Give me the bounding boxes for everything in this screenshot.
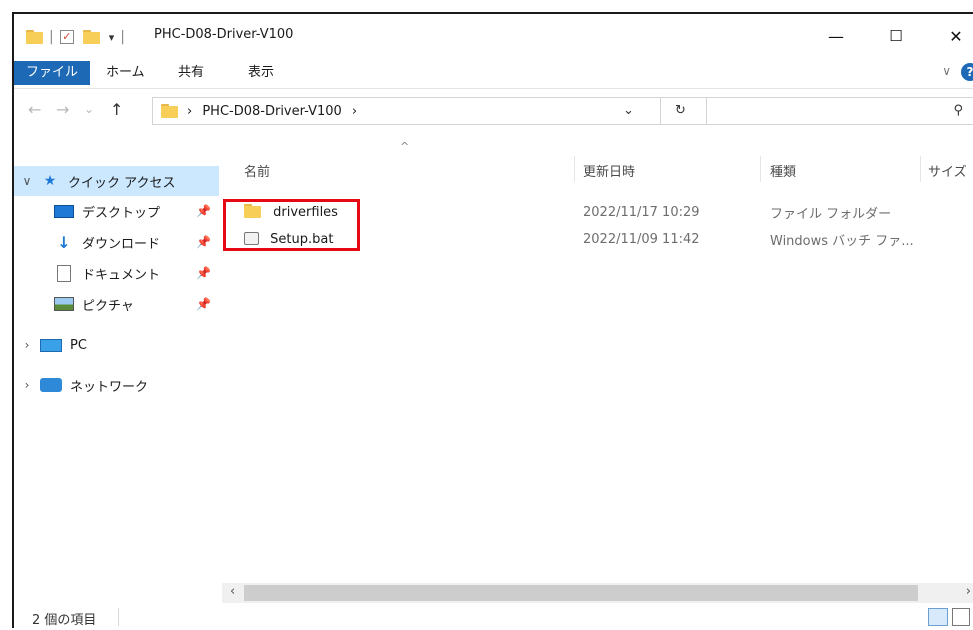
sidebar-item-pictures[interactable]: ピクチャ 📌	[14, 289, 219, 319]
breadcrumb-separator[interactable]: ›	[352, 104, 357, 119]
column-header-name[interactable]: 名前	[244, 161, 270, 180]
sidebar-item-quick-access[interactable]: ∨ ★ クイック アクセス	[14, 166, 219, 196]
folder-icon	[26, 30, 43, 44]
refresh-icon[interactable]: ↻	[675, 103, 686, 118]
sidebar-item-label: ダウンロード	[82, 236, 161, 252]
breadcrumb[interactable]: › PHC-D08-Driver-V100 ›	[187, 104, 357, 119]
status-divider	[118, 608, 119, 626]
column-divider[interactable]	[920, 156, 921, 182]
folder-icon	[161, 104, 178, 118]
breadcrumb-separator: ›	[187, 104, 193, 119]
pin-icon[interactable]: 📌	[196, 204, 211, 218]
file-modified: 2022/11/09 11:42	[583, 231, 700, 247]
file-type: ファイル フォルダー	[770, 206, 892, 222]
pin-icon[interactable]: 📌	[196, 266, 211, 280]
window-title: PHC-D08-Driver-V100	[154, 27, 294, 42]
status-bar: 2 個の項目	[14, 604, 973, 630]
customize-toolbar-chevron-icon[interactable]: ▾	[109, 31, 115, 44]
sidebar-item-label: ネットワーク	[70, 379, 149, 395]
forward-button[interactable]: →	[56, 100, 69, 119]
minimize-button[interactable]: —	[816, 22, 856, 50]
recent-locations-chevron-icon[interactable]: ⌄	[84, 102, 94, 116]
tab-file[interactable]: ファイル	[14, 61, 91, 85]
help-icon[interactable]: ?	[961, 63, 973, 81]
sidebar-item-network[interactable]: › ネットワーク	[14, 370, 219, 400]
navigation-bar: ← → ⌄ ↑ › PHC-D08-Driver-V100 › ⌄ ↻ ⚲	[14, 94, 973, 128]
pictures-icon	[54, 297, 74, 311]
download-icon: ↓	[57, 232, 71, 252]
sidebar-item-label: PC	[70, 337, 87, 353]
item-count: 2 個の項目	[32, 613, 97, 628]
horizontal-scrollbar[interactable]: ‹ ›	[222, 583, 973, 603]
network-icon	[40, 378, 62, 392]
file-modified: 2022/11/17 10:29	[583, 204, 700, 220]
sidebar-item-label: クイック アクセス	[68, 175, 176, 191]
tab-home[interactable]: ホーム	[96, 61, 155, 85]
large-icons-view-icon[interactable]	[952, 608, 970, 626]
scroll-right-arrow-icon[interactable]: ›	[966, 584, 971, 599]
explorer-window: | ✓ ▾ | PHC-D08-Driver-V100 — ☐ ✕ ファイル ホ…	[12, 12, 973, 628]
ribbon-tabs: ファイル ホーム 共有 表示 ∨ ?	[14, 58, 973, 89]
pc-icon	[40, 338, 62, 352]
search-icon[interactable]: ⚲	[953, 103, 963, 118]
highlight-box	[223, 199, 360, 251]
toolbar-separator: |	[49, 29, 54, 45]
star-icon: ★	[43, 173, 57, 189]
breadcrumb-item[interactable]: PHC-D08-Driver-V100	[202, 104, 341, 119]
properties-checkmark-icon[interactable]: ✓	[59, 30, 74, 44]
expand-chevron-icon[interactable]: ∨	[14, 174, 40, 188]
sidebar-item-label: デスクトップ	[82, 205, 161, 221]
expand-chevron-icon[interactable]: ›	[14, 338, 40, 352]
column-divider[interactable]	[760, 156, 761, 182]
column-header-size[interactable]: サイズ	[928, 161, 967, 180]
document-icon	[57, 264, 71, 282]
details-view-icon[interactable]	[928, 608, 948, 626]
up-button[interactable]: ↑	[110, 100, 123, 119]
file-type: Windows バッチ ファ...	[770, 233, 914, 249]
column-header-type[interactable]: 種類	[770, 161, 796, 180]
scroll-left-arrow-icon[interactable]: ‹	[230, 584, 235, 599]
close-button[interactable]: ✕	[936, 22, 973, 50]
sidebar-item-label: ドキュメント	[82, 267, 161, 283]
toolbar-separator: |	[120, 29, 125, 45]
scrollbar-thumb[interactable]	[244, 585, 918, 601]
pin-icon[interactable]: 📌	[196, 235, 211, 249]
tab-view[interactable]: 表示	[238, 61, 284, 85]
expand-ribbon-chevron-icon[interactable]: ∨	[942, 64, 951, 78]
sidebar-item-documents[interactable]: ドキュメント 📌	[14, 258, 219, 288]
sidebar-item-label: ピクチャ	[82, 298, 134, 314]
address-divider	[660, 98, 661, 124]
tab-share[interactable]: 共有	[168, 61, 214, 85]
title-bar: | ✓ ▾ | PHC-D08-Driver-V100 — ☐ ✕	[14, 14, 973, 58]
sidebar-item-downloads[interactable]: ↓ ダウンロード 📌	[14, 227, 219, 257]
quick-access-toolbar: | ✓ ▾ |	[26, 27, 125, 47]
back-button[interactable]: ←	[28, 100, 41, 119]
column-divider[interactable]	[574, 156, 575, 182]
sidebar-item-pc[interactable]: › PC	[14, 330, 219, 360]
address-bar[interactable]: › PHC-D08-Driver-V100 › ⌄ ↻	[152, 97, 707, 125]
navigation-pane: ∨ ★ クイック アクセス デスクトップ 📌 ↓ ダウンロード 📌 ドキュメント…	[14, 160, 221, 600]
maximize-button[interactable]: ☐	[876, 22, 916, 50]
column-header-modified[interactable]: 更新日時	[583, 161, 635, 180]
desktop-icon	[54, 204, 74, 218]
address-dropdown-chevron-icon[interactable]: ⌄	[623, 103, 634, 118]
search-input[interactable]: ⚲	[706, 97, 973, 125]
sidebar-item-desktop[interactable]: デスクトップ 📌	[14, 196, 219, 226]
sort-ascending-icon: ^	[400, 140, 410, 153]
expand-chevron-icon[interactable]: ›	[14, 378, 40, 392]
new-folder-icon[interactable]	[82, 30, 100, 44]
pin-icon[interactable]: 📌	[196, 297, 211, 311]
